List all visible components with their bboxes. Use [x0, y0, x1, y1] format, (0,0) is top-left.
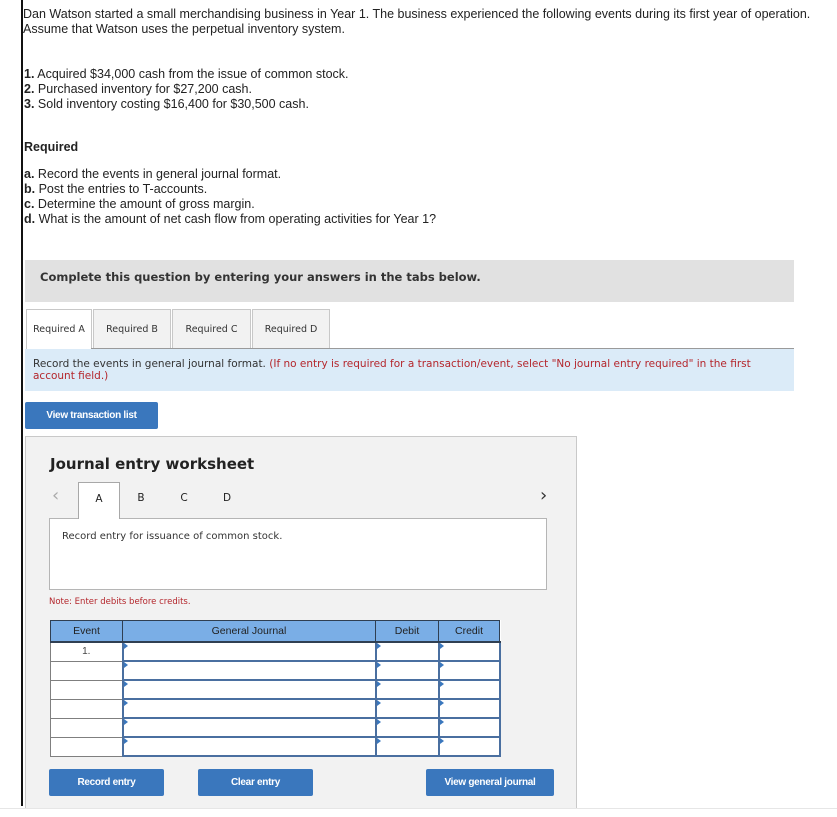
- account-input[interactable]: [121, 717, 377, 738]
- tab-required-a[interactable]: Required A: [26, 309, 92, 350]
- chevron-left-icon[interactable]: ‹: [52, 485, 59, 506]
- account-input[interactable]: [121, 736, 377, 757]
- account-input[interactable]: [121, 698, 377, 719]
- record-entry-button[interactable]: Record entry: [49, 769, 164, 796]
- problem-intro: Dan Watson started a small merchandising…: [23, 7, 811, 36]
- event-list: 1. Acquired $34,000 cash from the issue …: [24, 67, 349, 112]
- debit-input[interactable]: [374, 736, 440, 757]
- worksheet-tab-a[interactable]: A: [78, 482, 120, 519]
- required-item: b. Post the entries to T-accounts.: [24, 182, 208, 196]
- event-cell: [50, 660, 123, 681]
- clear-entry-button[interactable]: Clear entry: [198, 769, 313, 796]
- required-list: a. Record the events in general journal …: [24, 167, 436, 227]
- event-item: 1. Acquired $34,000 cash from the issue …: [24, 67, 349, 81]
- directions-text: Record the events in general journal for…: [33, 358, 266, 370]
- required-tabs: Required A Required B Required C Require…: [26, 309, 331, 350]
- account-input[interactable]: [121, 660, 377, 681]
- tab-required-c[interactable]: Required C: [172, 309, 251, 349]
- view-transaction-list-button[interactable]: View transaction list: [25, 402, 158, 429]
- credit-input[interactable]: [437, 717, 501, 738]
- credit-input[interactable]: [437, 698, 501, 719]
- debit-input[interactable]: [374, 698, 440, 719]
- credit-input[interactable]: [437, 679, 501, 700]
- worksheet-title: Journal entry worksheet: [50, 455, 255, 473]
- event-item: 3. Sold inventory costing $16,400 for $3…: [24, 97, 309, 111]
- header-general-journal: General Journal: [122, 620, 376, 643]
- header-credit: Credit: [438, 620, 500, 643]
- table-row: [50, 679, 501, 700]
- credit-input[interactable]: [437, 660, 501, 681]
- general-journal-table: Event General Journal Debit Credit 1.: [50, 620, 501, 757]
- account-input[interactable]: [121, 641, 377, 662]
- journal-entry-worksheet: Journal entry worksheet ‹ A B C D › Reco…: [25, 436, 577, 808]
- left-border: [21, 0, 23, 806]
- header-event: Event: [50, 620, 123, 643]
- worksheet-tab-c[interactable]: C: [163, 482, 205, 518]
- debit-input[interactable]: [374, 717, 440, 738]
- event-item: 2. Purchased inventory for $27,200 cash.: [24, 82, 252, 96]
- table-row: [50, 660, 501, 681]
- worksheet-tab-d[interactable]: D: [206, 482, 248, 518]
- table-row: 1.: [50, 641, 501, 662]
- tab-required-d[interactable]: Required D: [252, 309, 330, 349]
- table-row: [50, 698, 501, 719]
- debit-input[interactable]: [374, 660, 440, 681]
- event-cell: [50, 679, 123, 700]
- event-cell: 1.: [50, 641, 123, 662]
- worksheet-tab-b[interactable]: B: [120, 482, 162, 518]
- account-input[interactable]: [121, 679, 377, 700]
- tab-required-b[interactable]: Required B: [93, 309, 171, 349]
- chevron-right-icon[interactable]: ›: [540, 485, 547, 506]
- event-cell: [50, 698, 123, 719]
- event-cell: [50, 717, 123, 738]
- view-general-journal-button[interactable]: View general journal: [426, 769, 554, 796]
- event-cell: [50, 736, 123, 757]
- table-row: [50, 736, 501, 757]
- required-item: d. What is the amount of net cash flow f…: [24, 212, 437, 226]
- page-bottom-divider: [0, 808, 837, 809]
- required-item: a. Record the events in general journal …: [24, 167, 282, 181]
- required-item: c. Determine the amount of gross margin.: [24, 197, 255, 211]
- credit-input[interactable]: [437, 641, 501, 662]
- entry-description: Record entry for issuance of common stoc…: [49, 518, 547, 590]
- table-header-row: Event General Journal Debit Credit: [50, 620, 500, 643]
- header-debit: Debit: [375, 620, 439, 643]
- required-heading: Required: [24, 140, 79, 154]
- instruction-banner: Complete this question by entering your …: [25, 260, 794, 302]
- table-row: [50, 717, 501, 738]
- directions-box: Record the events in general journal for…: [25, 349, 794, 391]
- credit-input[interactable]: [437, 736, 501, 757]
- debit-input[interactable]: [374, 679, 440, 700]
- debit-input[interactable]: [374, 641, 440, 662]
- debits-note: Note: Enter debits before credits.: [49, 597, 191, 607]
